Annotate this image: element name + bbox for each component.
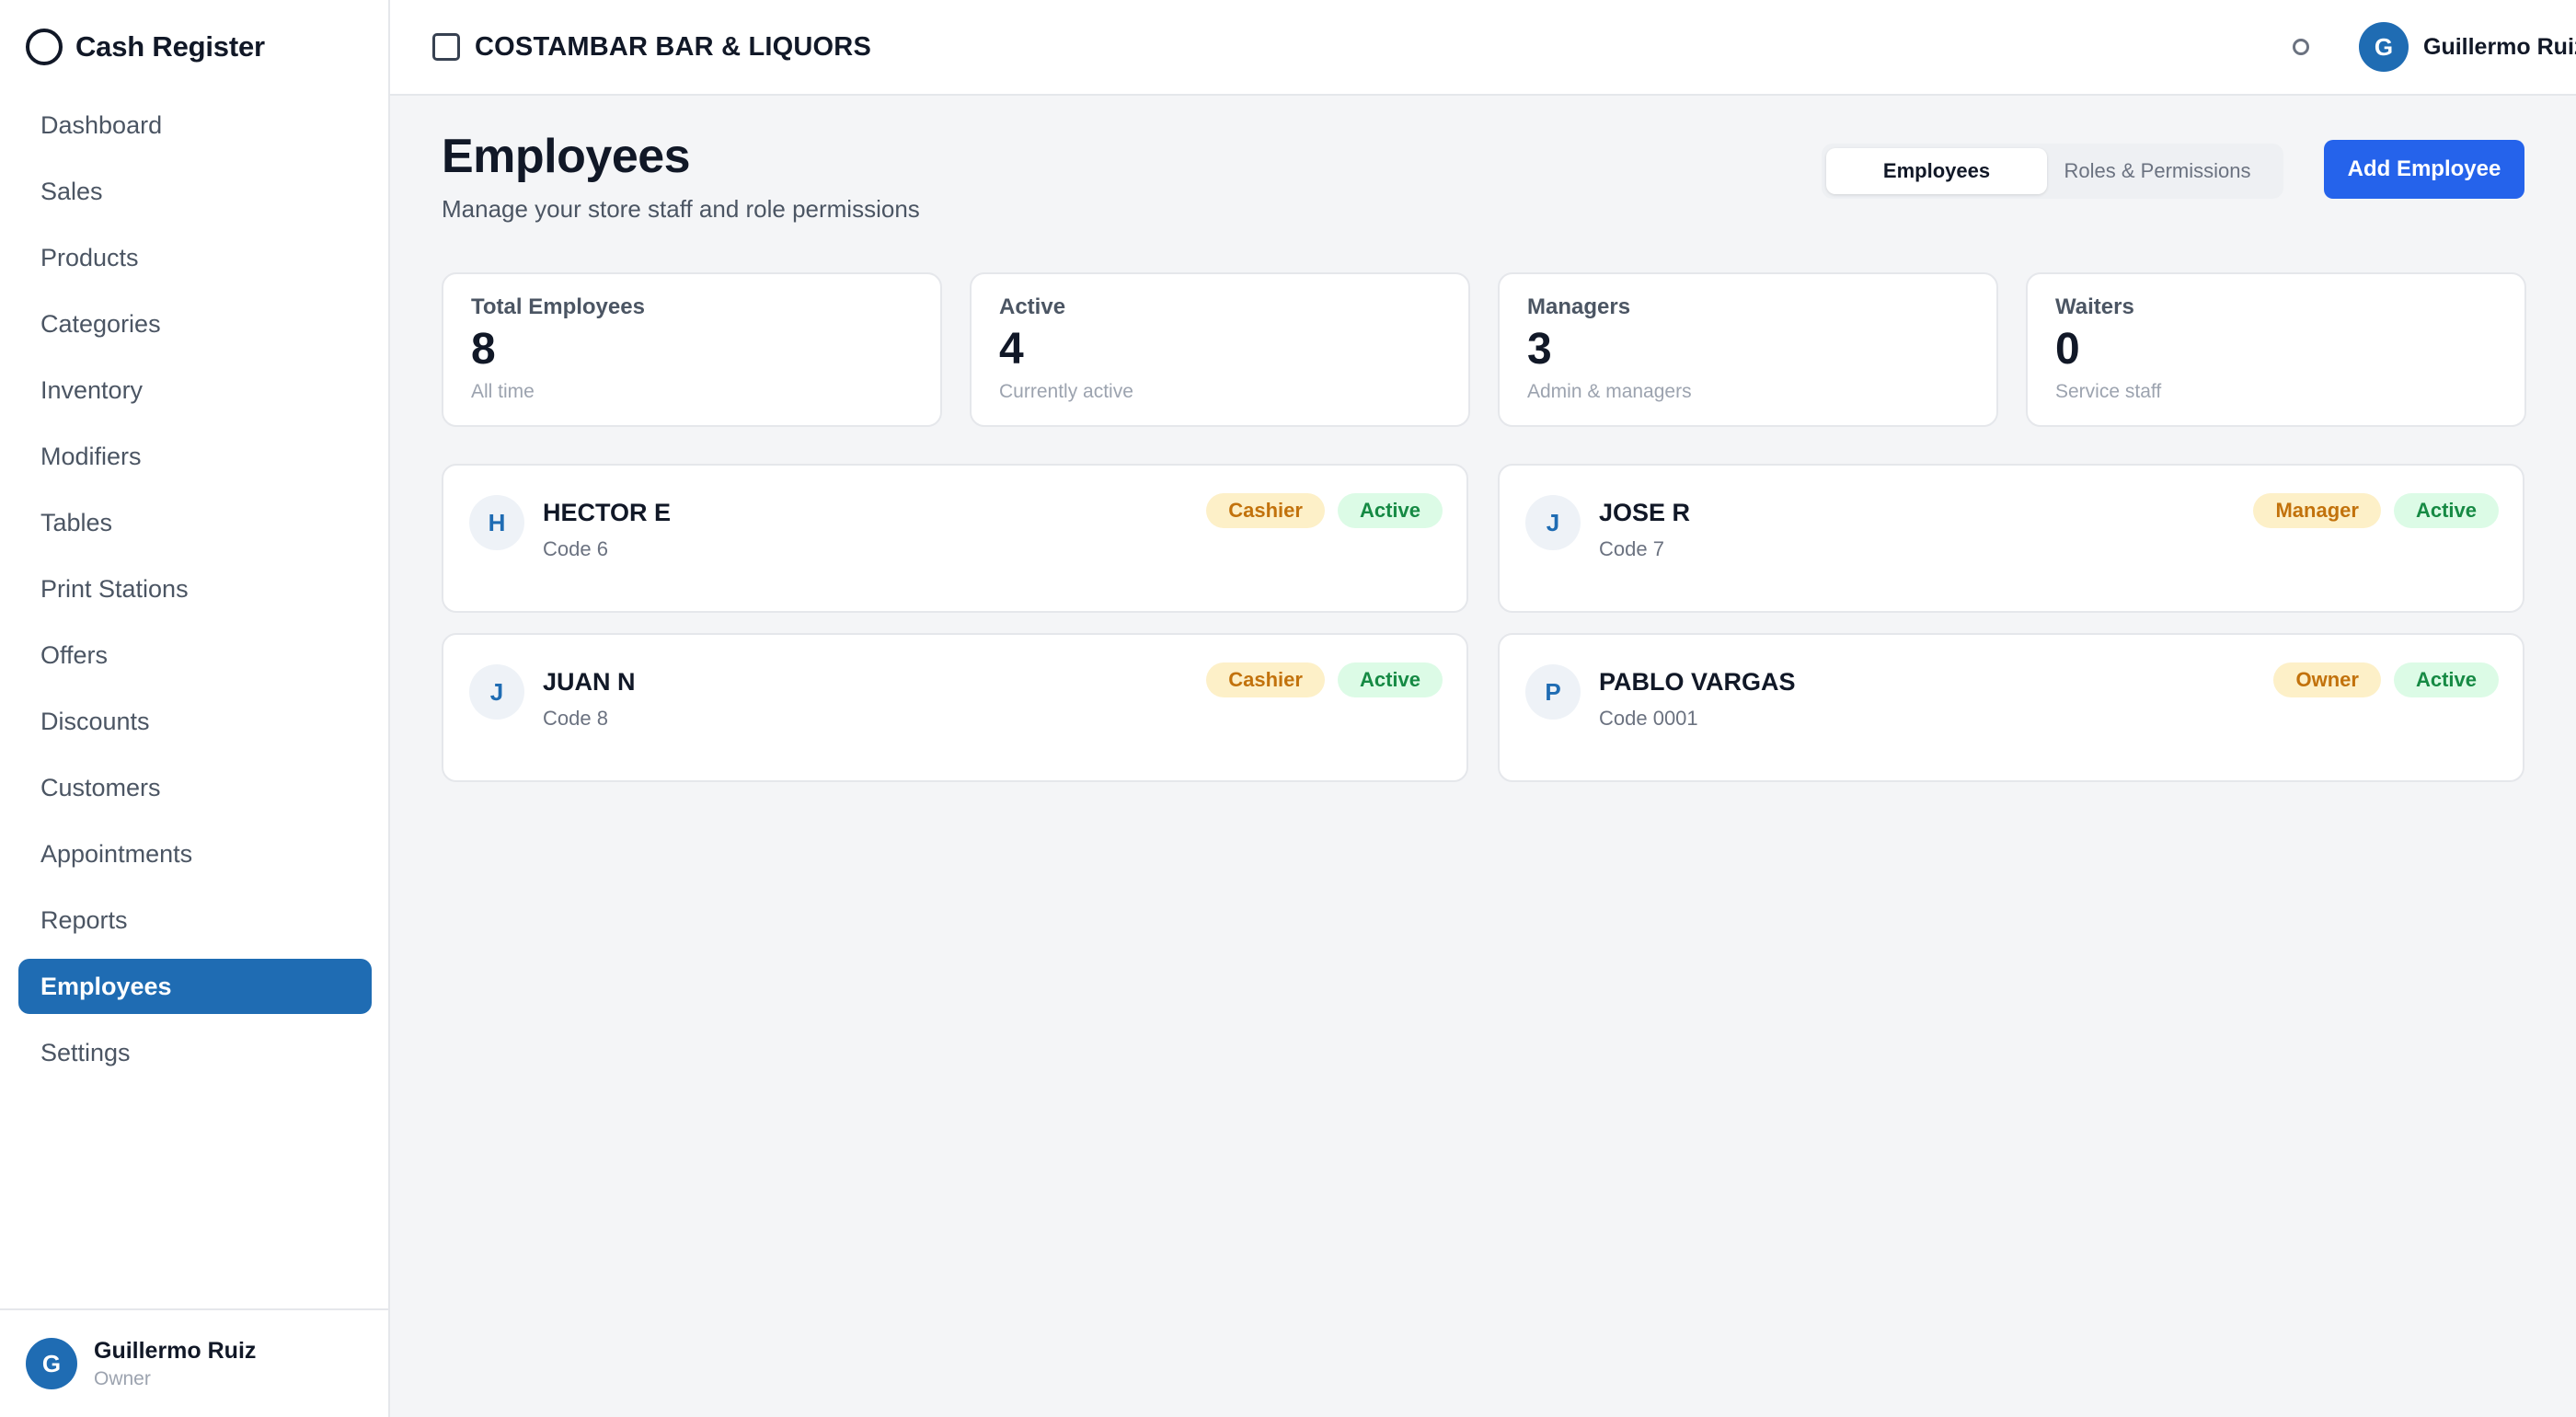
role-badge: Manager <box>2253 493 2381 528</box>
sidebar-item-tables[interactable]: Tables <box>18 495 372 550</box>
employee-badges: Owner Active <box>2273 662 2499 697</box>
stat-caption: Service staff <box>2055 381 2162 402</box>
employee-card[interactable]: P PABLO VARGAS Code 0001 Owner Active <box>1498 633 2524 782</box>
stat-card-total-employees: Total Employees 8 All time <box>442 272 942 427</box>
header-user-menu[interactable]: G Guillermo Ruiz <box>2359 0 2576 94</box>
employee-code: Code 6 <box>543 537 608 560</box>
employee-code: Code 7 <box>1599 537 1664 560</box>
page-title: Employees <box>442 130 691 183</box>
avatar: J <box>1525 495 1581 550</box>
employee-code: Code 0001 <box>1599 707 1698 730</box>
app-title: Cash Register <box>75 30 265 63</box>
sidebar-item-offers[interactable]: Offers <box>18 628 372 683</box>
brand[interactable]: Cash Register <box>26 26 265 68</box>
sidebar-nav: Dashboard Sales Products Categories Inve… <box>18 98 372 1091</box>
employee-card[interactable]: J JUAN N Code 8 Cashier Active <box>442 633 1468 782</box>
store-name: COSTAMBAR BAR & LIQUORS <box>475 31 871 62</box>
store-selector[interactable]: COSTAMBAR BAR & LIQUORS <box>432 0 871 94</box>
stat-label: Managers <box>1527 294 1631 319</box>
status-badge: Active <box>2393 662 2499 697</box>
role-badge: Cashier <box>1206 662 1325 697</box>
stat-value: 0 <box>2055 325 2080 374</box>
stat-label: Waiters <box>2055 294 2134 319</box>
role-badge: Cashier <box>1206 493 1325 528</box>
avatar: J <box>469 664 524 720</box>
stat-caption: All time <box>471 381 535 402</box>
sidebar-item-customers[interactable]: Customers <box>18 760 372 815</box>
stat-card-active: Active 4 Currently active <box>970 272 1470 427</box>
sidebar-item-employees[interactable]: Employees <box>18 959 372 1014</box>
stat-caption: Currently active <box>999 381 1133 402</box>
tab-roles-permissions[interactable]: Roles & Permissions <box>2047 148 2268 194</box>
sidebar-user-name: Guillermo Ruiz <box>94 1337 257 1364</box>
sidebar-item-reports[interactable]: Reports <box>18 893 372 948</box>
status-badge: Active <box>1337 662 1443 697</box>
avatar: H <box>469 495 524 550</box>
store-icon <box>432 33 460 61</box>
status-indicator-icon <box>2293 39 2309 55</box>
logo-circle-icon <box>26 29 63 65</box>
sidebar-item-settings[interactable]: Settings <box>18 1025 372 1080</box>
sidebar-item-discounts[interactable]: Discounts <box>18 694 372 749</box>
avatar: G <box>26 1338 77 1389</box>
employee-name: JOSE R <box>1599 499 1691 526</box>
stat-label: Active <box>999 294 1066 319</box>
stat-value: 4 <box>999 325 1024 374</box>
sidebar-item-modifiers[interactable]: Modifiers <box>18 429 372 484</box>
role-badge: Owner <box>2273 662 2381 697</box>
stat-value: 3 <box>1527 325 1552 374</box>
employee-card[interactable]: J JOSE R Code 7 Manager Active <box>1498 464 2524 613</box>
top-bar: COSTAMBAR BAR & LIQUORS G Guillermo Ruiz <box>390 0 2576 96</box>
sidebar-item-appointments[interactable]: Appointments <box>18 826 372 881</box>
stat-caption: Admin & managers <box>1527 381 1692 402</box>
employee-badges: Cashier Active <box>1206 493 1443 528</box>
sidebar-item-dashboard[interactable]: Dashboard <box>18 98 372 153</box>
page-subtitle: Manage your store staff and role permiss… <box>442 195 920 223</box>
employee-name: HECTOR E <box>543 499 672 526</box>
sidebar-item-print-stations[interactable]: Print Stations <box>18 561 372 616</box>
stat-value: 8 <box>471 325 496 374</box>
status-badge: Active <box>2393 493 2499 528</box>
sidebar-item-categories[interactable]: Categories <box>18 296 372 351</box>
employee-card[interactable]: H HECTOR E Code 6 Cashier Active <box>442 464 1468 613</box>
avatar: P <box>1525 664 1581 720</box>
sidebar: Cash Register Dashboard Sales Products C… <box>0 0 390 1417</box>
employee-badges: Cashier Active <box>1206 662 1443 697</box>
add-employee-button[interactable]: Add Employee <box>2324 140 2524 199</box>
stat-label: Total Employees <box>471 294 645 319</box>
stat-card-managers: Managers 3 Admin & managers <box>1498 272 1998 427</box>
avatar: G <box>2359 22 2409 72</box>
status-badge: Active <box>1337 493 1443 528</box>
employee-name: JUAN N <box>543 668 636 696</box>
header-user-name: Guillermo Ruiz <box>2423 33 2576 60</box>
sidebar-item-products[interactable]: Products <box>18 230 372 285</box>
tab-employees[interactable]: Employees <box>1826 148 2047 194</box>
stat-card-waiters: Waiters 0 Service staff <box>2026 272 2526 427</box>
employee-badges: Manager Active <box>2253 493 2499 528</box>
sidebar-user-role: Owner <box>94 1367 151 1389</box>
sidebar-user-profile[interactable]: G Guillermo Ruiz Owner <box>0 1308 388 1417</box>
employee-name: PABLO VARGAS <box>1599 668 1796 696</box>
sidebar-item-sales[interactable]: Sales <box>18 164 372 219</box>
sidebar-user-info: Guillermo Ruiz Owner <box>94 1338 256 1390</box>
sidebar-item-inventory[interactable]: Inventory <box>18 363 372 418</box>
employee-code: Code 8 <box>543 707 608 730</box>
view-tabs: Employees Roles & Permissions <box>1822 144 2283 199</box>
